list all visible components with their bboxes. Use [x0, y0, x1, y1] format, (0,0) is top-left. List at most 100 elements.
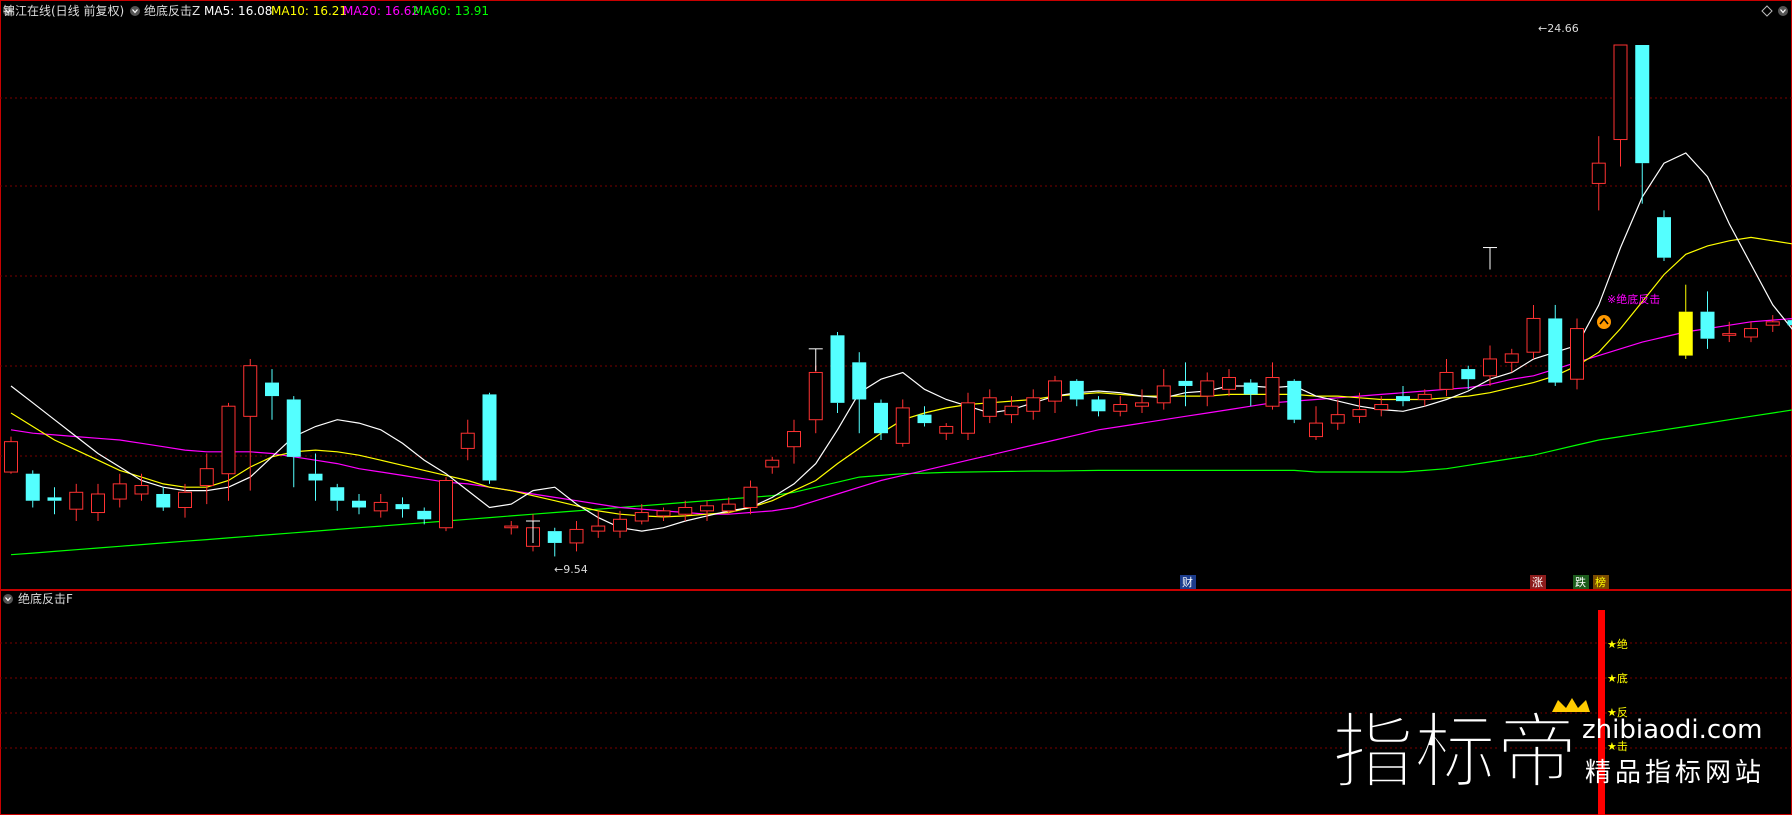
candle-body-up — [1526, 317, 1541, 353]
candle-body-up — [808, 371, 823, 421]
candle — [460, 419, 475, 461]
candle — [395, 497, 410, 518]
candle — [1504, 348, 1519, 373]
candle — [1526, 304, 1541, 359]
candle-body-up — [1504, 353, 1519, 363]
markers — [526, 247, 1497, 543]
candle — [1287, 379, 1302, 424]
candle-body-up — [460, 432, 475, 449]
star-jue: ★绝 — [1607, 637, 1628, 651]
candle — [808, 365, 823, 434]
candle-body-down — [1461, 369, 1476, 380]
candle-body-up — [1744, 328, 1758, 338]
candle-body-down — [330, 487, 345, 501]
event-zhang-label: 涨 — [1532, 576, 1543, 589]
candle-body-up — [569, 528, 584, 544]
candle — [961, 392, 975, 440]
candle — [547, 527, 562, 557]
indicator-name: 绝底反击Z — [144, 3, 200, 18]
candle-body-up — [787, 431, 801, 448]
stock-chart: 锦江在线(日线 前复权) 绝底反击Z MA5: 16.08 MA10: 16.2… — [0, 0, 1792, 815]
candle — [373, 493, 388, 518]
candle — [787, 419, 801, 464]
candle-body-down — [830, 335, 845, 403]
candle — [1765, 315, 1780, 332]
candle — [700, 500, 714, 521]
low-price-label: ←9.54 — [554, 563, 588, 576]
candle — [482, 392, 497, 484]
candle-body-up — [243, 365, 258, 417]
candle-body-down — [852, 362, 867, 400]
candle — [1635, 45, 1650, 204]
candle — [1678, 284, 1693, 359]
candle — [199, 453, 214, 505]
candle-body-up — [1352, 409, 1367, 417]
ma10-value: MA10: 16.21 — [271, 4, 347, 18]
event-rong-label: 榜 — [1595, 575, 1606, 589]
candle — [1396, 385, 1410, 407]
candle — [243, 358, 258, 491]
candle — [1570, 318, 1584, 390]
candle-body-up — [4, 441, 18, 473]
candle-body-up — [1439, 371, 1454, 390]
candle-body-up — [1483, 358, 1497, 377]
candle-body-down — [1700, 311, 1715, 339]
indicator-menu-icon[interactable] — [130, 6, 140, 16]
candle-body-up — [69, 491, 84, 510]
candle-body-down — [1243, 382, 1258, 395]
diamond-icon[interactable] — [1761, 5, 1773, 17]
candle-body-up — [1570, 328, 1584, 380]
candle-body-down — [1548, 318, 1563, 383]
candle-body-up — [221, 405, 236, 475]
candle — [1004, 396, 1019, 424]
candle-body-up — [91, 493, 105, 514]
candle-body-up — [1265, 377, 1280, 407]
candle-body-down — [1091, 399, 1106, 412]
candle — [1483, 345, 1497, 386]
watermark-slogan: 精品指标网站 — [1585, 758, 1765, 788]
candle — [1091, 396, 1106, 417]
candle — [1744, 321, 1758, 343]
candle-body-up — [373, 501, 388, 512]
candle-body-up — [1309, 422, 1323, 438]
candle — [439, 477, 453, 532]
ma60-value: MA60: 13.91 — [413, 4, 489, 18]
candle-body-up — [1200, 380, 1215, 397]
candle — [91, 483, 105, 521]
candle-body-up — [634, 512, 649, 522]
candle-body-up — [700, 505, 714, 512]
candle — [982, 389, 997, 424]
candle-body-down — [395, 504, 410, 510]
candle-body-up — [439, 479, 453, 529]
candle — [1048, 375, 1062, 413]
candle — [874, 399, 888, 440]
candle-body-down — [917, 414, 932, 424]
ma-lines — [10, 152, 1792, 556]
candle — [330, 483, 345, 511]
settings-toggle-icon[interactable] — [1778, 6, 1788, 16]
candle-body-up — [1004, 405, 1019, 416]
candle — [939, 423, 954, 440]
candle-body-down — [874, 402, 888, 434]
crown-icon — [1552, 698, 1590, 712]
candle-body-up — [134, 485, 149, 495]
candle — [352, 493, 366, 515]
candle-body-up — [1591, 162, 1606, 184]
candle-body-down — [482, 394, 497, 481]
candle-body-down — [308, 473, 323, 481]
signal-label: ※绝底反击 — [1607, 292, 1660, 306]
candle — [1461, 365, 1476, 390]
candle-body-up — [656, 510, 671, 517]
candle-body-down — [47, 497, 62, 501]
candle — [1613, 44, 1628, 167]
candle — [917, 406, 932, 427]
candle — [1548, 304, 1563, 386]
candle-body-down — [1657, 217, 1671, 258]
candle-body-up — [1722, 333, 1737, 336]
candle-body-up — [1135, 402, 1149, 407]
collapse-icon[interactable] — [3, 594, 13, 604]
star-di: ★底 — [1607, 671, 1628, 685]
candle — [1178, 362, 1193, 407]
signal-up-icon — [1597, 315, 1611, 329]
candle — [286, 396, 301, 488]
